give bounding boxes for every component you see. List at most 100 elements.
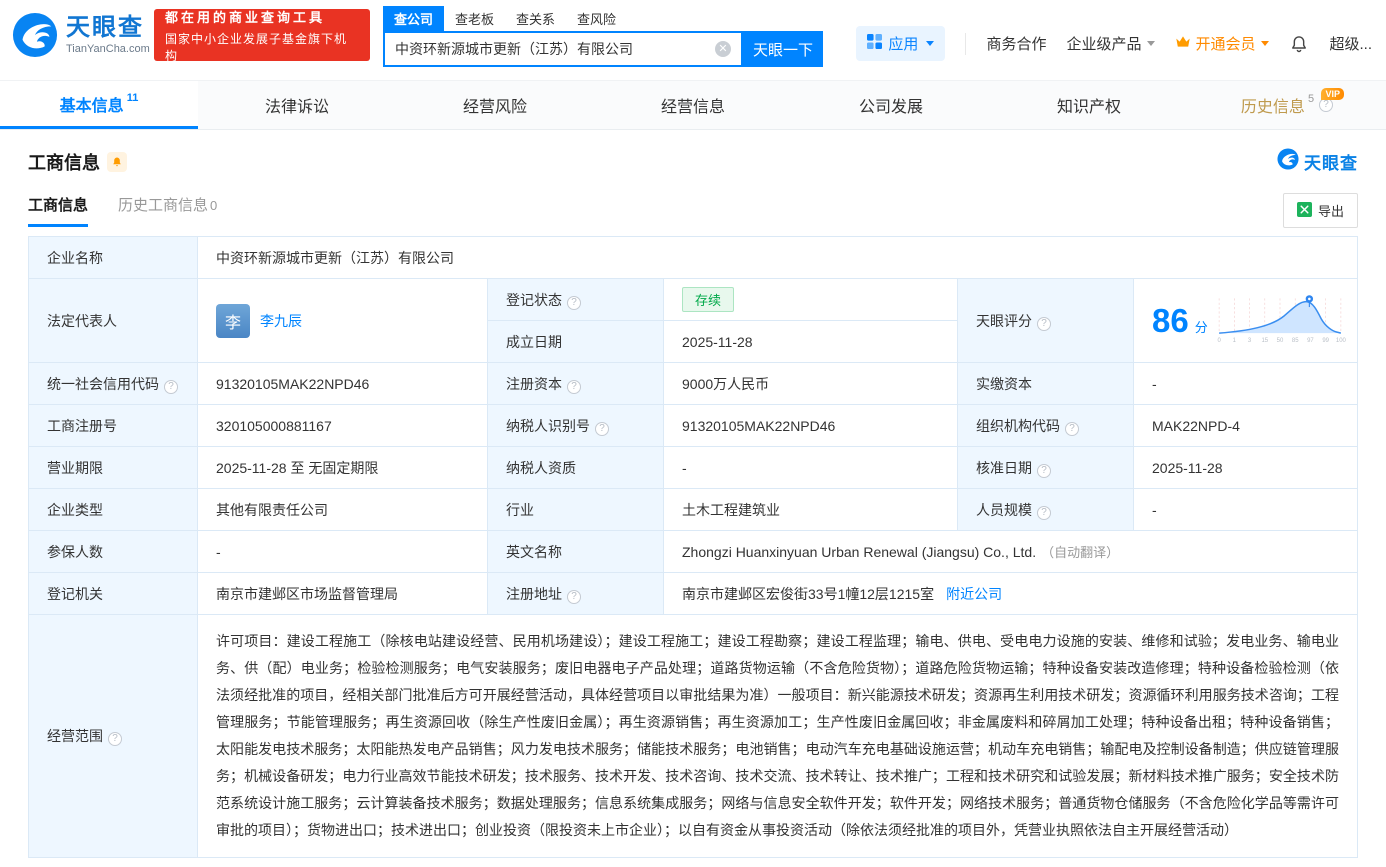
help-icon[interactable]: ? <box>1037 463 1051 478</box>
field-value-industry: 土木工程建筑业 <box>663 488 958 531</box>
table-row: 法定代表人 李 李九辰 登记状态? 存续 天眼评分? 86 分 0 1 3 15… <box>28 278 1358 363</box>
help-icon[interactable]: ? <box>567 589 581 604</box>
field-label-reg-number: 工商注册号 <box>28 404 198 447</box>
field-label: 统一社会信用代码 <box>47 375 159 392</box>
help-icon[interactable]: ? <box>164 379 178 394</box>
apps-menu-label: 应用 <box>888 36 919 53</box>
apps-menu[interactable]: 应用 <box>856 26 946 61</box>
field-label-reg-address: 注册地址? <box>487 572 664 615</box>
help-icon[interactable]: ? <box>1037 505 1051 520</box>
company-detail-tabs: 基本信息 11 法律诉讼 经营风险 经营信息 公司发展 知识产权 历史信息 5 VI… <box>0 80 1386 130</box>
help-icon[interactable]: ? <box>108 732 122 746</box>
search-input[interactable] <box>385 41 715 57</box>
field-label-insured-count: 参保人数 <box>28 530 198 573</box>
help-icon[interactable]: ? <box>1319 98 1334 112</box>
tab-operating-info[interactable]: 经营信息 <box>594 81 792 129</box>
field-label-company-type: 企业类型 <box>28 488 198 531</box>
tab-company-development[interactable]: 公司发展 <box>792 81 990 129</box>
field-label-approval-date: 核准日期? <box>957 446 1134 489</box>
help-icon[interactable]: ? <box>1065 421 1079 436</box>
score-value: 86 <box>1152 302 1189 339</box>
clear-search-icon[interactable]: ✕ <box>715 41 731 57</box>
section-watermark-logo: 天眼查 <box>1277 148 1358 175</box>
tianyancha-logo[interactable]: 天眼查 TianYanCha.com <box>12 12 150 58</box>
tab-label: 法律诉讼 <box>264 99 329 116</box>
watermark-brand-text: 天眼查 <box>1304 154 1358 173</box>
search-tab-company[interactable]: 查公司 <box>383 5 445 31</box>
field-label: 组织机构代码 <box>976 417 1060 434</box>
tab-operating-risk[interactable]: 经营风险 <box>396 81 594 129</box>
subtab-history-business-info[interactable]: 历史工商信息 0 <box>118 194 217 227</box>
svg-text:1: 1 <box>1232 338 1236 344</box>
help-icon[interactable]: ? <box>567 379 581 394</box>
tab-basic-info[interactable]: 基本信息 11 <box>0 81 198 129</box>
field-value-business-term: 2025-11-28 至 无固定期限 <box>197 446 488 489</box>
table-row: 企业名称 中资环新源城市更新（江苏）有限公司 <box>28 236 1358 279</box>
notification-bell-icon[interactable] <box>1289 34 1309 54</box>
field-label: 工商注册号 <box>47 417 117 434</box>
field-label: 人员规模 <box>976 501 1032 518</box>
vip-badge: VIP <box>1321 88 1344 100</box>
search-tab-relation[interactable]: 查关系 <box>505 6 566 31</box>
help-icon[interactable]: ? <box>595 421 609 436</box>
slogan-line2: 国家中小企业发展子基金旗下机构 <box>165 31 348 63</box>
subscribe-bell-icon[interactable] <box>107 151 127 172</box>
nav-item-vip-label: 开通会员 <box>1195 36 1256 53</box>
help-icon[interactable]: ? <box>1037 316 1051 331</box>
excel-icon <box>1296 201 1312 220</box>
field-value-reg-capital: 9000万人民币 <box>663 362 958 405</box>
field-value-taxpayer-quality: - <box>663 446 958 489</box>
tab-label: 经营信息 <box>660 99 725 116</box>
score-unit: 分 <box>1194 320 1208 335</box>
legal-rep-avatar[interactable]: 李 <box>216 303 250 338</box>
nav-item-enterprise[interactable]: 企业级产品 <box>1066 33 1156 54</box>
chevron-down-icon <box>1261 41 1270 46</box>
subtab-business-info[interactable]: 工商信息 <box>28 194 89 227</box>
field-value-credit-code: 91320105MAK22NPD46 <box>197 362 488 405</box>
subtab-count: 0 <box>210 198 218 213</box>
nav-item-super[interactable]: 超级... <box>1329 33 1372 54</box>
field-label-score: 天眼评分? <box>957 278 1134 363</box>
field-label-paid-capital: 实缴资本 <box>957 362 1134 405</box>
tab-history-info[interactable]: 历史信息 5 VIP ? <box>1188 81 1386 129</box>
field-value-reg-address: 南京市建邺区宏俊街33号1幢12层1215室 附近公司 <box>663 572 1358 615</box>
tab-legal-proceedings[interactable]: 法律诉讼 <box>198 81 396 129</box>
table-row: 参保人数 - 英文名称 Zhongzi Huanxinyuan Urban Re… <box>28 530 1358 573</box>
export-button[interactable]: 导出 <box>1282 193 1358 228</box>
field-label-english-name: 英文名称 <box>487 530 664 573</box>
nearby-companies-link[interactable]: 附近公司 <box>946 586 1002 602</box>
english-name-value: Zhongzi Huanxinyuan Urban Renewal (Jiang… <box>682 544 1037 560</box>
svg-text:100: 100 <box>1336 338 1346 344</box>
search-tab-boss[interactable]: 查老板 <box>444 6 505 31</box>
field-label-reg-authority: 登记机关 <box>28 572 198 615</box>
search-tab-risk[interactable]: 查风险 <box>566 6 627 31</box>
field-value-taxpayer-id: 91320105MAK22NPD46 <box>663 404 958 447</box>
svg-text:85: 85 <box>1292 338 1299 344</box>
field-label: 核准日期 <box>976 459 1032 476</box>
table-row: 营业期限 2025-11-28 至 无固定期限 纳税人资质 - 核准日期? 20… <box>28 446 1358 489</box>
field-label: 法定代表人 <box>47 312 117 329</box>
nav-item-cooperation[interactable]: 商务合作 <box>986 33 1046 54</box>
help-icon[interactable]: ? <box>567 295 581 310</box>
slogan-line1: 都在用的商业查询工具 <box>165 9 326 25</box>
field-value-establish-date: 2025-11-28 <box>663 320 958 363</box>
field-label: 天眼评分 <box>976 312 1032 329</box>
search-button[interactable]: 天眼一下 <box>743 31 823 67</box>
top-bar: 天眼查 TianYanCha.com 都在用的商业查询工具 国家中小企业发展子基… <box>0 0 1386 80</box>
field-label: 企业类型 <box>47 501 103 518</box>
field-value-legal-rep: 李 李九辰 <box>197 278 488 363</box>
legal-rep-link[interactable]: 李九辰 <box>260 311 302 331</box>
tab-count: 5 <box>1307 93 1315 105</box>
field-label: 成立日期 <box>506 333 562 350</box>
nav-item-vip[interactable]: 开通会员 <box>1175 33 1270 54</box>
subtab-label: 工商信息 <box>28 197 89 214</box>
field-label: 参保人数 <box>47 543 103 560</box>
tab-intellectual-property[interactable]: 知识产权 <box>990 81 1188 129</box>
field-value-approval-date: 2025-11-28 <box>1133 446 1358 489</box>
tianyancha-logo-icon <box>12 12 58 58</box>
field-label: 经营范围 <box>47 728 103 744</box>
field-label-staff-size: 人员规模? <box>957 488 1134 531</box>
field-label-establish-date: 成立日期 <box>487 320 664 363</box>
logo-brand-text: 天眼查 <box>66 13 144 41</box>
field-label-business-scope: 经营范围? <box>28 614 198 858</box>
